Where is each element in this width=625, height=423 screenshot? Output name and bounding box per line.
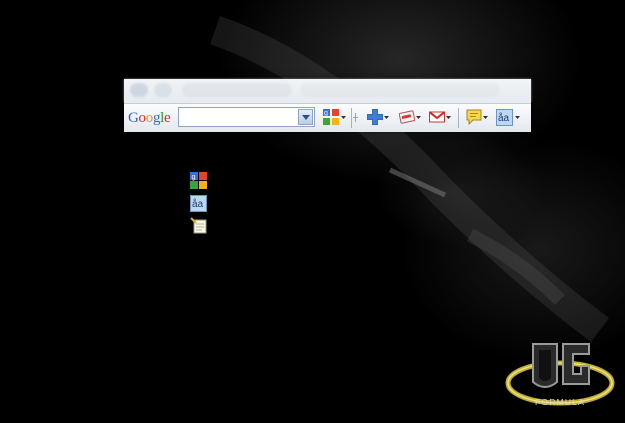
- bookmarks-button[interactable]: [367, 108, 389, 126]
- chevron-down-icon: [302, 115, 310, 120]
- google-apps-button[interactable]: g: [323, 108, 347, 126]
- toolbar-divider: [351, 108, 352, 128]
- back-button[interactable]: [130, 83, 148, 97]
- gmail-button[interactable]: [429, 108, 451, 126]
- svg-text:åa: åa: [192, 198, 204, 210]
- address-bar[interactable]: [182, 83, 292, 97]
- logo-text: FORMULA: [535, 397, 585, 407]
- search-input[interactable]: [179, 108, 301, 126]
- plus-icon: [367, 109, 383, 125]
- grip-icon: [353, 113, 358, 122]
- blurred-tabs: [300, 83, 500, 97]
- gmail-icon: [429, 111, 445, 123]
- google-logo[interactable]: Google: [128, 110, 171, 127]
- svg-text:g: g: [324, 110, 328, 117]
- chevron-down-icon: [341, 116, 346, 119]
- chevron-down-icon: [416, 116, 421, 119]
- toolbar-divider: [458, 108, 459, 128]
- pagerank-icon: [399, 110, 415, 124]
- chevron-down-icon: [483, 116, 488, 119]
- chevron-down-icon: [446, 116, 451, 119]
- translate-icon: åa: [190, 195, 207, 212]
- google-toolbar: Google g åa: [124, 103, 531, 132]
- browser-window: Google g åa: [124, 79, 531, 132]
- chevron-down-icon: [515, 116, 520, 119]
- forward-button[interactable]: [154, 83, 172, 97]
- notebook-icon: [190, 217, 207, 234]
- pagerank-button[interactable]: [399, 108, 421, 126]
- google-four-color-icon: g: [323, 109, 339, 125]
- svg-text:g: g: [192, 174, 196, 181]
- translate-button[interactable]: åa: [496, 108, 520, 126]
- speech-bubble-icon: [466, 109, 482, 125]
- translate-icon: åa: [496, 109, 513, 126]
- svg-text:åa: åa: [498, 112, 510, 124]
- chevron-down-icon: [384, 116, 389, 119]
- formula-logo: FORMULA: [505, 343, 615, 407]
- search-box: [178, 107, 315, 127]
- google-gadget-icon: g: [190, 172, 207, 189]
- search-dropdown-button[interactable]: [298, 109, 313, 125]
- sidewiki-button[interactable]: [466, 108, 488, 126]
- browser-nav-bar: [124, 79, 531, 102]
